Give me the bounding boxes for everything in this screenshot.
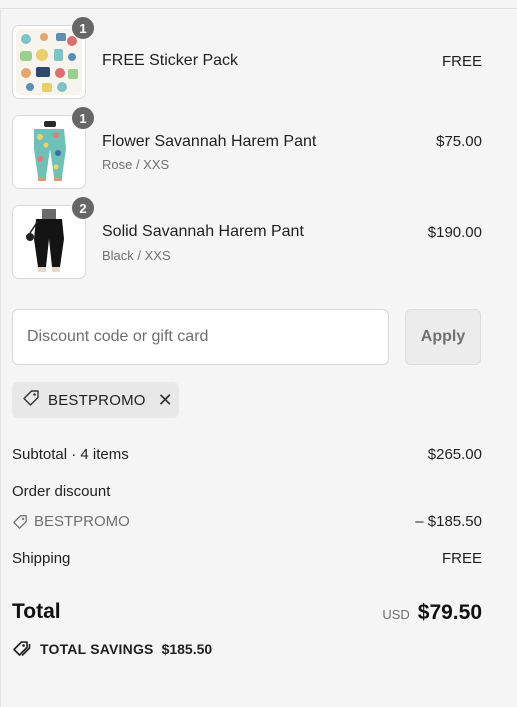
cart-item: 1 FREE Sticker Pack FREE bbox=[12, 16, 482, 99]
subtotal-row: Subtotal · 4 items $265.00 bbox=[12, 446, 482, 468]
solid-pant-thumbnail-icon bbox=[16, 209, 82, 275]
item-variant: Black / XXS bbox=[102, 248, 171, 263]
item-price: FREE bbox=[441, 53, 482, 70]
promo-code-label: BESTPROMO bbox=[48, 391, 146, 409]
total-savings: TOTAL SAVINGS $185.50 bbox=[12, 640, 212, 658]
applied-promo-chip: BESTPROMO ✕ bbox=[12, 382, 179, 418]
item-name: FREE Sticker Pack bbox=[102, 52, 239, 69]
quantity-badge: 1 bbox=[71, 106, 95, 130]
top-divider bbox=[0, 8, 517, 9]
quantity-badge: 1 bbox=[71, 16, 95, 40]
order-discount-row: Order discount bbox=[12, 483, 482, 505]
cart-item: 1 Flower Savannah Harem Pant Rose / XXS … bbox=[12, 106, 482, 189]
remove-promo-close-icon[interactable]: ✕ bbox=[158, 391, 173, 409]
savings-value: $185.50 bbox=[161, 641, 213, 657]
order-discount-label: Order discount bbox=[12, 483, 111, 500]
flower-pant-thumbnail-icon bbox=[16, 119, 82, 185]
sticker-pack-thumbnail-icon bbox=[16, 29, 82, 95]
tag-icon bbox=[12, 514, 28, 530]
total-amount: $79.50 bbox=[417, 601, 482, 624]
item-price: $190.00 bbox=[427, 224, 482, 241]
quantity-badge: 2 bbox=[71, 196, 95, 220]
savings-label: TOTAL SAVINGS bbox=[40, 641, 154, 657]
shipping-label: Shipping bbox=[12, 550, 71, 567]
item-name: Flower Savannah Harem Pant bbox=[102, 133, 317, 150]
apply-button[interactable]: Apply bbox=[405, 309, 481, 365]
item-thumbnail: 1 bbox=[12, 16, 95, 99]
tag-icon bbox=[22, 389, 40, 412]
item-variant: Rose / XXS bbox=[102, 157, 170, 172]
savings-tag-icon bbox=[12, 640, 32, 658]
shipping-row: Shipping FREE bbox=[12, 550, 482, 572]
subtotal-value: $265.00 bbox=[427, 446, 482, 463]
total-label: Total bbox=[12, 600, 61, 623]
item-name: Solid Savannah Harem Pant bbox=[102, 223, 304, 240]
total-amount-group: USD $79.50 bbox=[382, 601, 482, 625]
shipping-value: FREE bbox=[441, 550, 482, 567]
discount-code-input[interactable] bbox=[12, 309, 389, 365]
left-border bbox=[0, 8, 1, 707]
item-thumbnail: 2 bbox=[12, 196, 95, 279]
cart-item: 2 Solid Savannah Harem Pant Black / XXS … bbox=[12, 196, 482, 279]
discount-value: – $185.50 bbox=[415, 513, 482, 530]
discount-code-row: BESTPROMO – $185.50 bbox=[12, 513, 482, 535]
item-price: $75.00 bbox=[436, 133, 482, 150]
discount-code-line: BESTPROMO bbox=[12, 513, 130, 530]
item-thumbnail: 1 bbox=[12, 106, 95, 189]
currency-code: USD bbox=[382, 607, 410, 622]
discount-code-label: BESTPROMO bbox=[34, 513, 130, 530]
subtotal-label: Subtotal · 4 items bbox=[12, 446, 129, 463]
